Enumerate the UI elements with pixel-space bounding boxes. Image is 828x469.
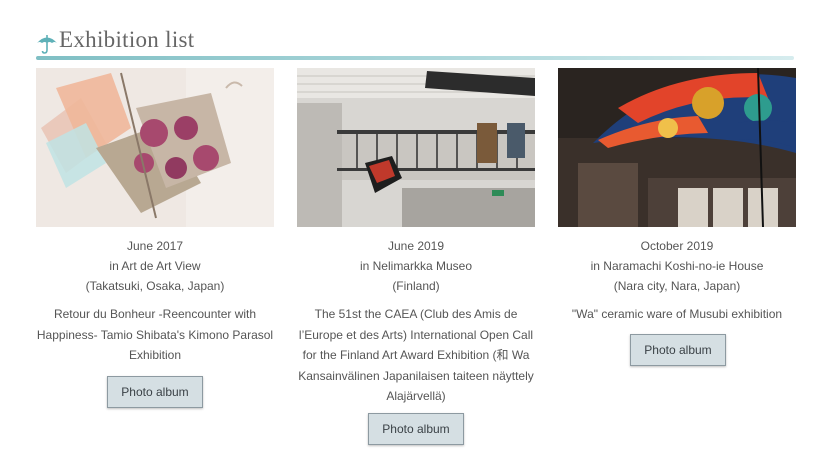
exhibition-location: (Takatsuki, Osaka, Japan) [85,279,225,293]
exhibition-location: (Finland) [392,279,440,293]
exhibition-date: October 2019 [640,239,714,253]
photo-album-button[interactable]: Photo album [630,334,726,366]
exhibition-photo-umbrella [558,68,796,227]
photo-album-button[interactable]: Photo album [107,376,203,408]
photo-album-button[interactable]: Photo album [368,413,464,445]
exhibition-venue: in Nelimarkka Museo [359,259,473,273]
section-header: Exhibition list [34,27,794,60]
exhibition-location: (Nara city, Nara, Japan) [613,279,741,293]
exhibition-date: June 2017 [126,239,184,253]
exhibition-card-1: June 2017 in Art de Art View (Takatsuki,… [36,68,274,463]
exhibition-card-3: October 2019 in Naramachi Koshi-no-ie Ho… [558,68,796,463]
title-underline [36,56,794,60]
exhibition-description: Retour du Bonheur -Reencounter with Happ… [36,307,274,362]
umbrella-icon [37,35,57,54]
page-title: Exhibition list [59,27,195,52]
exhibition-venue: in Naramachi Koshi-no-ie House [590,259,764,273]
exhibition-venue: in Art de Art View [109,259,201,273]
exhibition-card-2: June 2019 in Nelimarkka Museo (Finland) … [297,68,535,463]
exhibition-date: June 2019 [387,239,445,253]
exhibition-photo-museum [297,68,535,227]
exhibition-description: "Wa" ceramic ware of Musubi exhibition [571,307,783,321]
exhibition-photo-parasols [36,68,274,227]
exhibition-description: The 51st the CAEA (Club des Amis de l’Eu… [298,307,534,403]
